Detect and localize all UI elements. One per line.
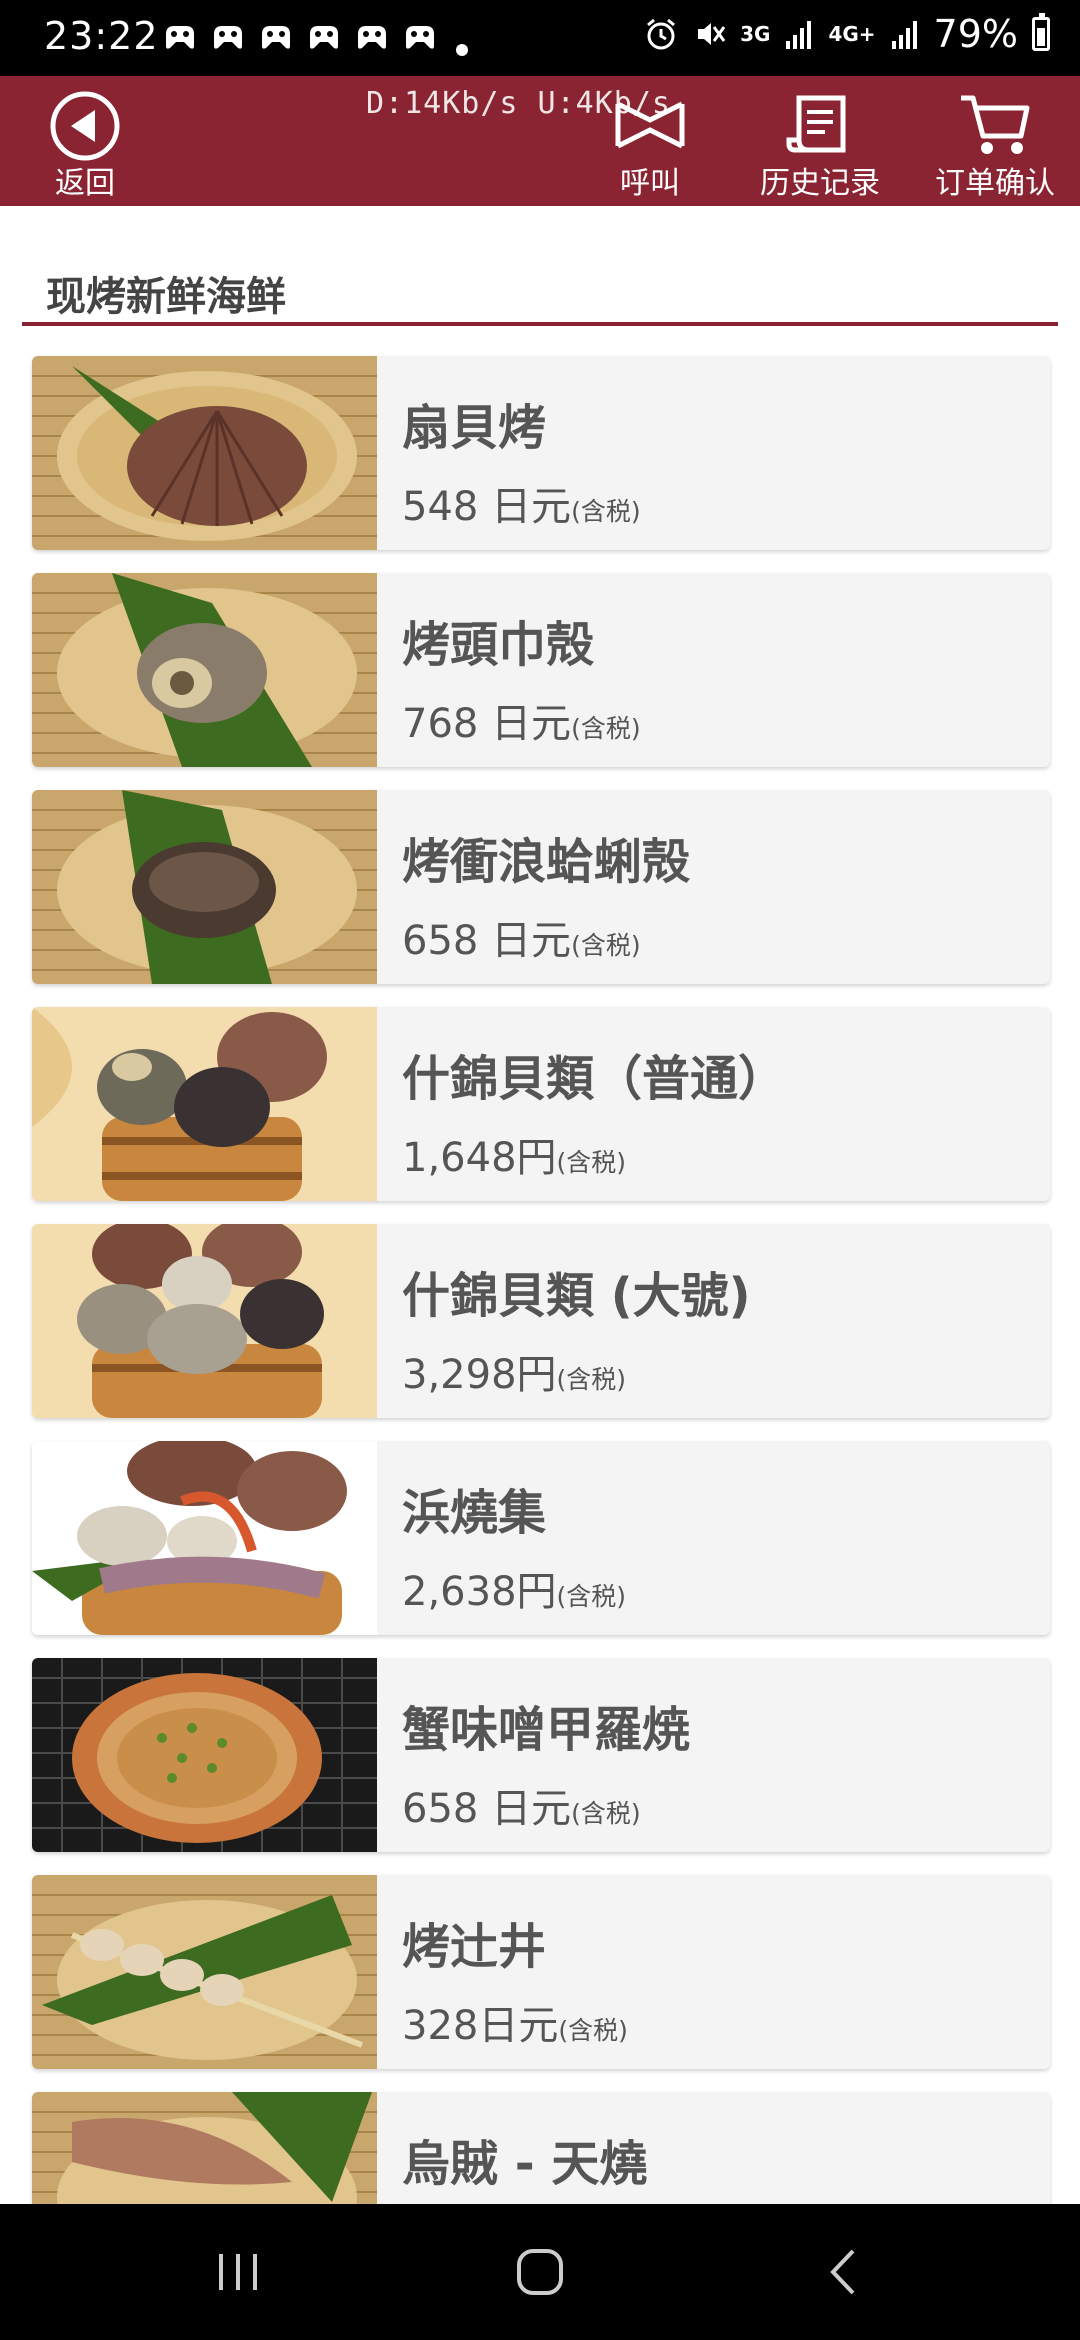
mute-icon (698, 23, 726, 45)
battery-icon (1032, 13, 1050, 51)
back-arrow-icon (50, 91, 120, 161)
system-back-button[interactable] (762, 2204, 922, 2340)
chevron-left-icon (830, 2249, 855, 2295)
recent-apps-icon (219, 2254, 257, 2290)
signal-icon (786, 21, 812, 49)
item-name: 扇貝烤 (402, 400, 547, 456)
notification-icons (162, 20, 438, 54)
item-price: 548 日元(含税) (402, 474, 641, 532)
skewer-photo (32, 1875, 377, 2069)
price-value: 658 日元 (402, 918, 572, 964)
tax-note: (含税) (556, 1582, 627, 1611)
system-nav-bar (0, 2204, 1080, 2340)
order-confirm-label: 订单确认 (935, 166, 1055, 201)
call-staff-button[interactable]: 呼叫 (600, 76, 700, 206)
item-name: 蟹味噌甲羅焼 (402, 1702, 691, 1758)
menu-item[interactable]: 浜燒集 2,638円(含税) (32, 1441, 1050, 1635)
tax-note: (含税) (571, 1799, 641, 1828)
receipt-icon (786, 95, 846, 153)
back-label: 返回 (55, 166, 115, 201)
item-name: 浜燒集 (402, 1485, 547, 1541)
game-controller-icon (262, 26, 290, 49)
alarm-icon (647, 18, 676, 50)
menu-item[interactable]: 蟹味噌甲羅焼 658 日元(含税) (32, 1658, 1050, 1852)
item-name: 烤頭巾殻 (402, 617, 595, 673)
item-price: 658 日元(含税) (402, 908, 641, 966)
turban-shell-photo (32, 573, 377, 767)
game-controller-icon (358, 26, 386, 49)
tax-note: (含税) (558, 2016, 628, 2045)
price-value: 548 日元 (402, 484, 572, 530)
more-notifications-dot (456, 44, 468, 56)
order-history-button[interactable]: 历史记录 (755, 76, 885, 206)
assorted-shellfish-large-photo (32, 1224, 377, 1418)
tax-note: (含税) (556, 1148, 627, 1177)
status-right-group: 3G 4G+ 79% (644, 12, 1050, 56)
shopping-cart-icon (961, 95, 1030, 154)
item-price: 768 日元(含税) (402, 691, 641, 749)
item-name: 什錦貝類 (大號) (402, 1268, 751, 1324)
price-value: 1,648円 (402, 1135, 557, 1181)
price-value: 658 日元 (402, 1786, 572, 1832)
menu-item[interactable]: 烤衝浪蛤蜊殻 658 日元(含税) (32, 790, 1050, 984)
menu-item[interactable]: 烤頭巾殻 768 日元(含税) (32, 573, 1050, 767)
price-value: 2,638円 (402, 1569, 557, 1615)
assorted-shellfish-photo (32, 1007, 377, 1201)
crab-miso-shell-photo (32, 1658, 377, 1852)
status-bar: 23:22 3G 4G+ 79% (0, 0, 1080, 76)
home-icon (517, 2249, 563, 2295)
menu-item[interactable]: 烤辻井 328日元(含税) (32, 1875, 1050, 2069)
game-controller-icon (310, 26, 338, 49)
back-button[interactable]: 返回 (30, 76, 140, 206)
section-divider (22, 322, 1058, 326)
surf-clam-photo (32, 790, 377, 984)
item-price: 658 日元(含税) (402, 1776, 641, 1834)
menu-item[interactable]: 什錦貝類（普通） 1,648円(含税) (32, 1007, 1050, 1201)
tax-note: (含税) (556, 1365, 627, 1394)
price-value: 768 日元 (402, 701, 572, 747)
item-price: 328日元(含税) (402, 1993, 628, 2051)
item-price: 3,298円(含税) (402, 1342, 626, 1400)
call-label: 呼叫 (620, 166, 680, 201)
item-price: 2,638円(含税) (402, 1559, 626, 1617)
network-type-4g: 4G+ (828, 22, 876, 46)
item-name: 烤辻井 (402, 1919, 547, 1975)
order-confirm-button[interactable]: 订单确认 (925, 76, 1065, 206)
menu-item[interactable]: 什錦貝類 (大號) 3,298円(含税) (32, 1224, 1050, 1418)
item-price: 1,648円(含税) (402, 1125, 626, 1183)
hamayaki-platter-photo (32, 1441, 377, 1635)
tax-note: (含税) (571, 931, 641, 960)
price-value: 328日元 (402, 2003, 559, 2049)
network-type-3g: 3G (740, 22, 771, 46)
menu-list: 扇貝烤 548 日元(含税) 烤頭巾殻 768 日元(含税) 烤衝浪蛤蜊殻 65… (32, 356, 1050, 2309)
signal-icon (891, 21, 917, 49)
home-button[interactable] (460, 2204, 620, 2340)
item-name: 烏賊 - 天燒 (402, 2136, 648, 2192)
price-value: 3,298円 (402, 1352, 557, 1398)
game-controller-icon (166, 26, 194, 49)
section-title: 现烤新鲜海鲜 (46, 274, 286, 320)
menu-item[interactable]: 扇貝烤 548 日元(含税) (32, 356, 1050, 550)
app-header: D:14Kb/s U:4Kb/s 返回 呼叫 历史记录 订单确认 (0, 76, 1080, 206)
recent-apps-button[interactable] (158, 2204, 318, 2340)
status-time: 23:22 (44, 14, 159, 58)
game-controller-icon (214, 26, 242, 49)
item-name: 烤衝浪蛤蜊殻 (402, 834, 691, 890)
call-bell-icon (615, 101, 685, 149)
scallop-grill-photo (32, 356, 377, 550)
item-name: 什錦貝類（普通） (402, 1051, 787, 1107)
game-controller-icon (406, 26, 434, 49)
tax-note: (含税) (571, 714, 641, 743)
history-label: 历史记录 (760, 166, 880, 201)
tax-note: (含税) (571, 497, 641, 526)
battery-percent: 79% (933, 12, 1018, 56)
